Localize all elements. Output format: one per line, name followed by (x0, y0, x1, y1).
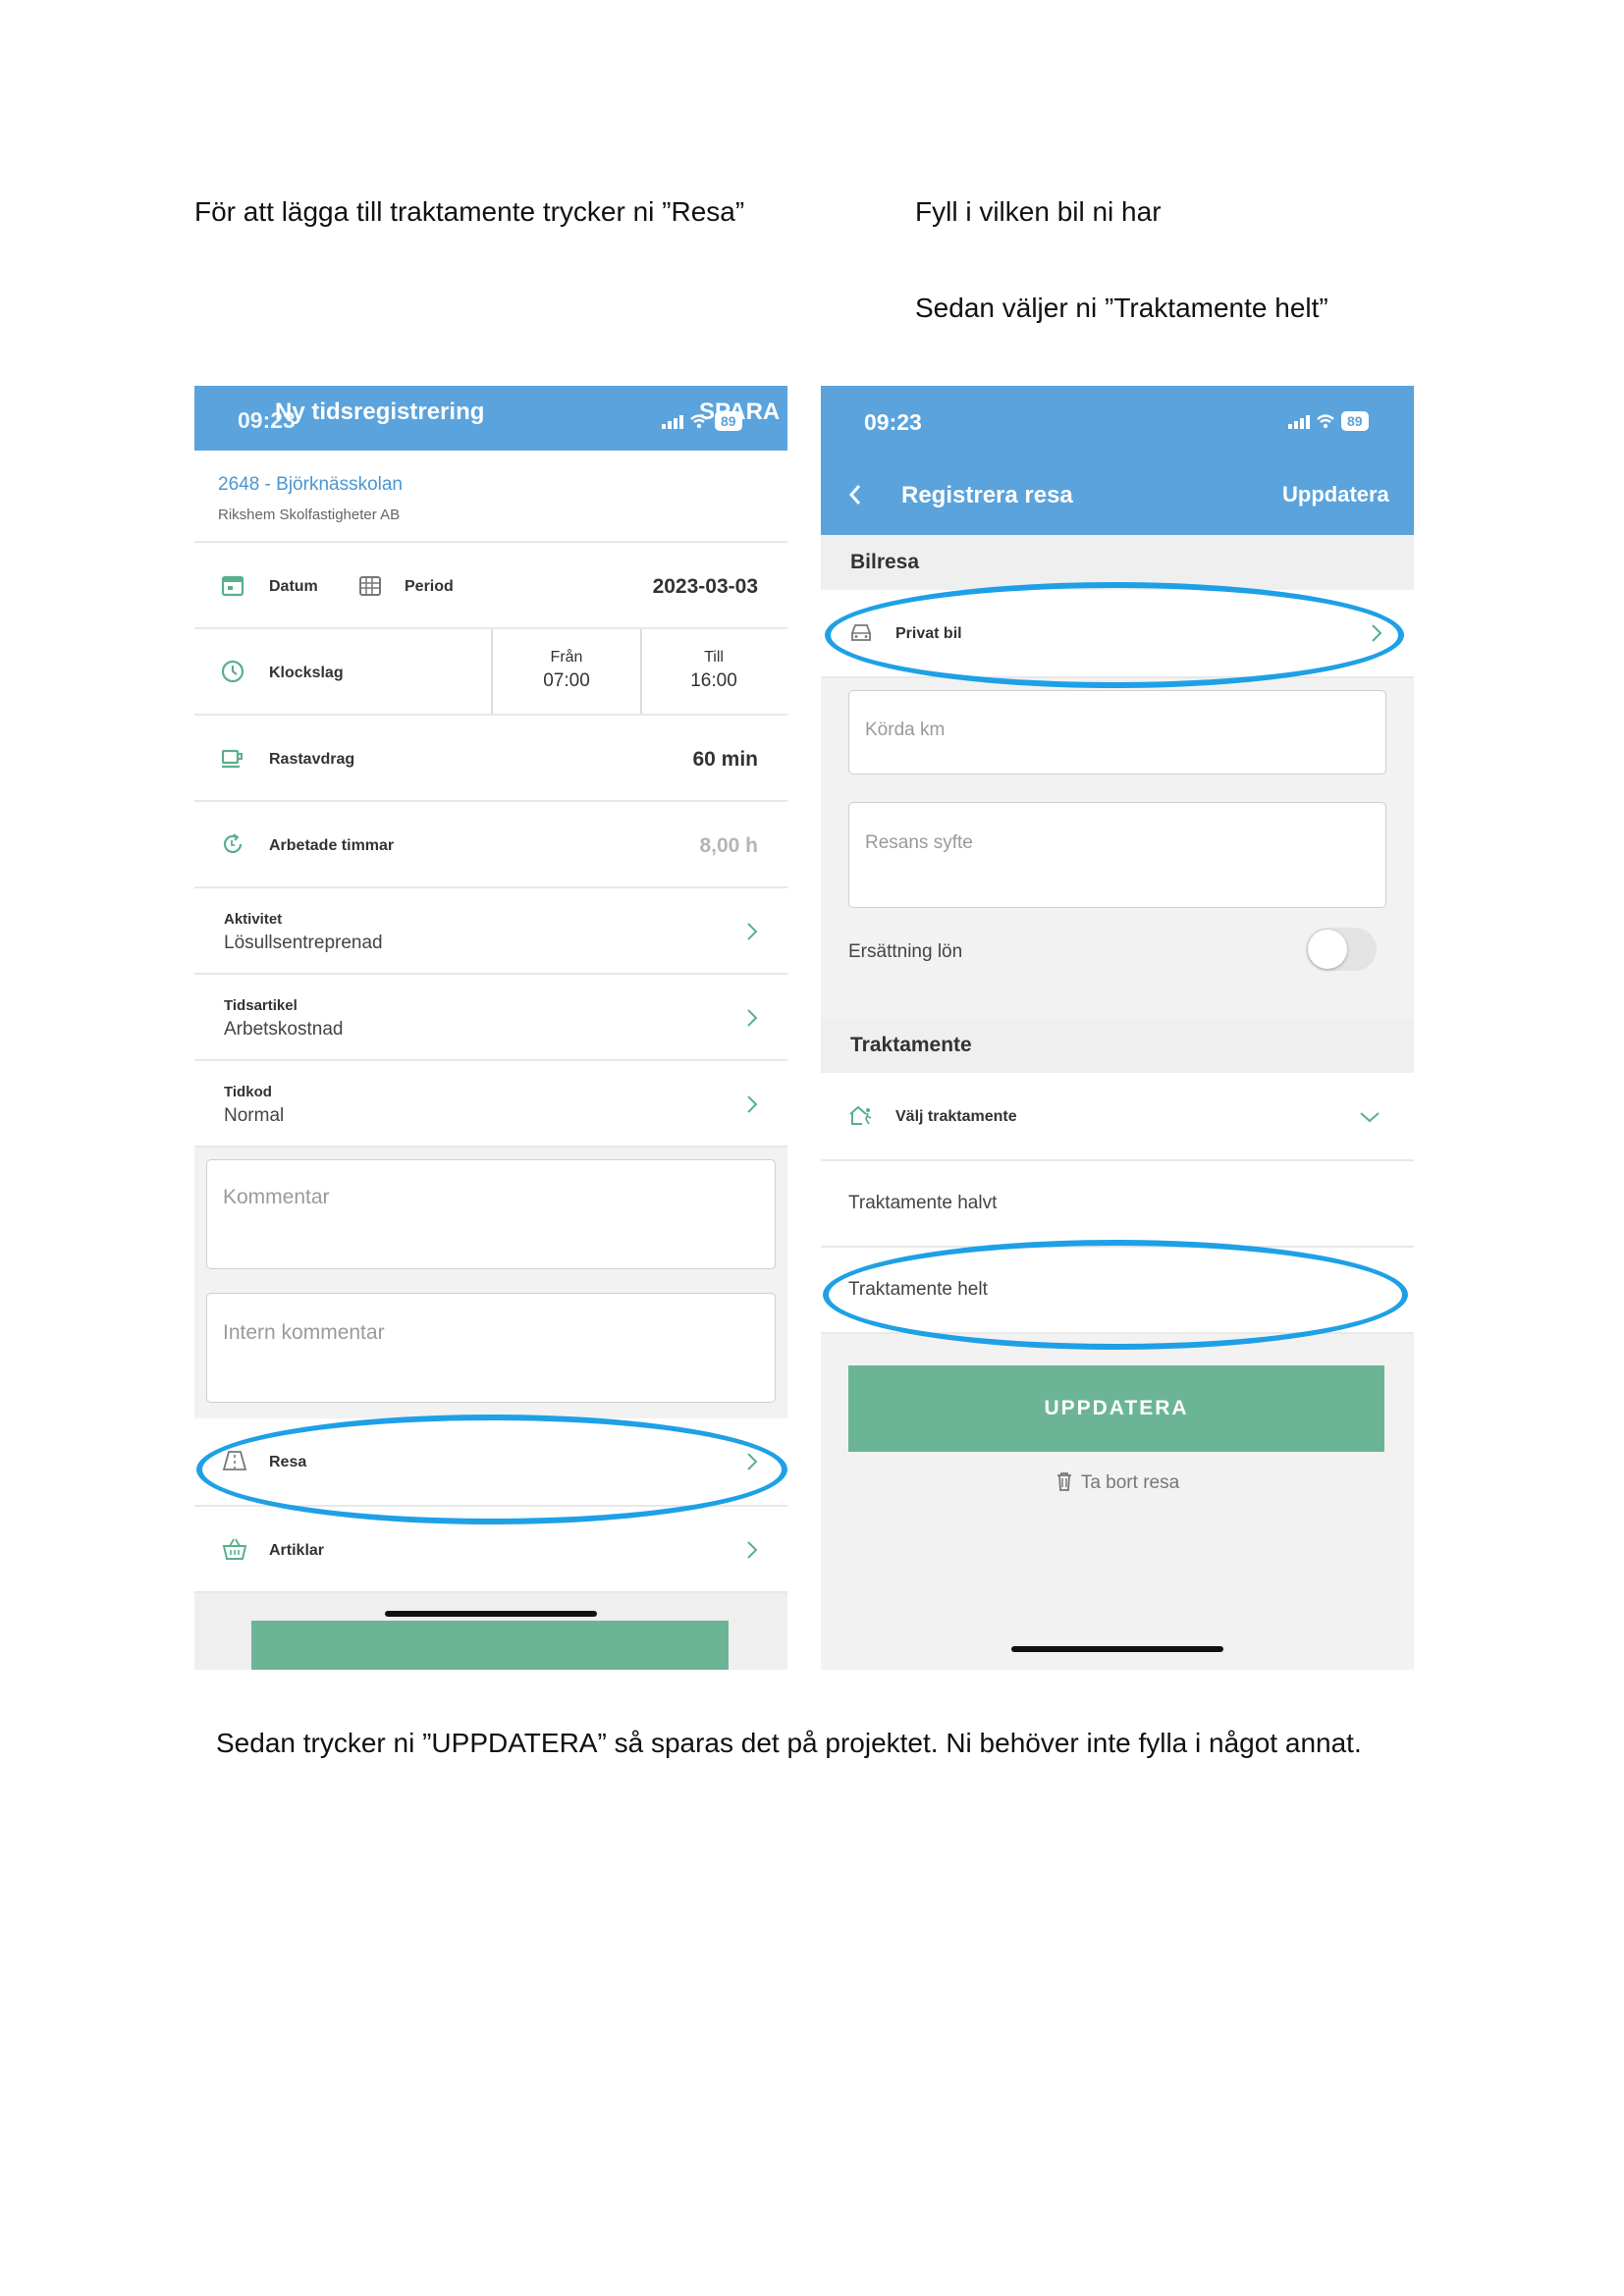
back-arrow-icon[interactable] (848, 484, 862, 506)
arbetade-label: Arbetade timmar (269, 837, 395, 854)
chevron-down-icon (1360, 1112, 1380, 1123)
status-icons: 89 (662, 411, 742, 431)
project-link[interactable]: 2648 - Björknässkolan (218, 474, 403, 496)
rast-label: Rastavdrag (269, 751, 355, 768)
trash-icon (1056, 1472, 1071, 1491)
select-allowance-row[interactable]: Välj traktamente (821, 1073, 1414, 1161)
time-code-row[interactable]: Tidkod Normal (194, 1061, 787, 1148)
trip-purpose-placeholder: Resans syfte (865, 832, 973, 853)
wifi-icon (690, 414, 708, 429)
arbetade-value: 8,00 h (699, 834, 758, 857)
customer-name: Rikshem Skolfastigheter AB (218, 507, 401, 523)
caption-left: För att lägga till traktamente trycker n… (194, 196, 745, 227)
save-and-close-button[interactable] (251, 1621, 729, 1670)
comment-placeholder: Kommentar (223, 1186, 330, 1208)
toggle-knob (1308, 930, 1347, 969)
signal-icon (1288, 413, 1310, 429)
bottom-area (194, 1593, 787, 1670)
allowance-half-row[interactable]: Traktamente halvt (821, 1161, 1414, 1248)
period-calendar-icon (359, 576, 381, 596)
coffee-cup-icon (221, 749, 243, 769)
driven-km-input[interactable]: Körda km (848, 690, 1386, 774)
compensation-label: Ersättning lön (848, 941, 963, 962)
house-traveler-icon (849, 1105, 872, 1125)
chevron-right-icon (747, 1009, 758, 1027)
from-time-cell[interactable]: Från 07:00 (491, 629, 642, 714)
project-row[interactable]: 2648 - Björknässkolan Rikshem Skolfastig… (194, 451, 787, 543)
bilresa-title: Bilresa (850, 551, 920, 573)
tidsartikel-value: Arbetskostnad (224, 1019, 344, 1040)
battery-icon: 89 (1341, 411, 1369, 431)
highlight-oval-resa (196, 1415, 787, 1524)
from-value: 07:00 (543, 670, 590, 691)
compensation-toggle[interactable] (1306, 928, 1377, 971)
home-indicator (385, 1611, 597, 1617)
status-icons: 89 (1288, 411, 1369, 431)
traktamente-title: Traktamente (850, 1034, 972, 1056)
tidsartikel-label: Tidsartikel (224, 997, 298, 1014)
basket-icon (222, 1538, 247, 1560)
tidkod-value: Normal (224, 1105, 285, 1126)
comment-input[interactable]: Kommentar (206, 1159, 776, 1269)
internal-comment-input[interactable]: Intern kommentar (206, 1293, 776, 1403)
phone-screenshot-time-registration: 09:23 Ny tidsregistrering SPARA 89 2648 … (194, 386, 787, 1670)
signal-icon (662, 413, 683, 429)
highlight-oval-traktamente-helt (823, 1240, 1408, 1350)
from-label: Från (550, 649, 583, 666)
to-time-cell[interactable]: Till 16:00 (640, 629, 787, 714)
allowance-half-label: Traktamente halvt (848, 1193, 998, 1213)
battery-icon: 89 (715, 411, 742, 431)
caption-right-1: Fyll i vilken bil ni har (915, 196, 1162, 227)
caption-bottom: Sedan trycker ni ”UPPDATERA” så sparas d… (216, 1728, 1362, 1758)
trip-purpose-input[interactable]: Resans syfte (848, 802, 1386, 908)
select-allowance-label: Välj traktamente (895, 1108, 1017, 1125)
page-title: Registrera resa (901, 482, 1073, 508)
delete-trip-button[interactable]: Ta bort resa (821, 1471, 1414, 1494)
calendar-icon (221, 575, 244, 597)
home-indicator (1011, 1646, 1223, 1652)
date-value[interactable]: 2023-03-03 (653, 575, 758, 599)
time-article-row[interactable]: Tidsartikel Arbetskostnad (194, 975, 787, 1061)
internal-comment-placeholder: Intern kommentar (223, 1321, 385, 1344)
traktamente-section: Traktamente (821, 1018, 1414, 1073)
clock-icon (221, 660, 244, 683)
rast-value[interactable]: 60 min (692, 748, 758, 772)
header-bar: 09:23 89 Registrera resa Uppdatera (821, 386, 1414, 535)
time-row: Klockslag Från 07:00 Till 16:00 (194, 629, 787, 716)
activity-row[interactable]: Aktivitet Lösullsentreprenad (194, 888, 787, 975)
to-label: Till (704, 649, 724, 666)
caption-right-2: Sedan väljer ni ”Traktamente helt” (915, 293, 1328, 323)
refresh-clock-icon (223, 833, 243, 853)
comments-section: Kommentar Intern kommentar (194, 1148, 787, 1418)
klockslag-label: Klockslag (269, 665, 344, 681)
chevron-right-icon (747, 1541, 758, 1559)
delete-trip-label: Ta bort resa (1080, 1472, 1180, 1493)
worked-hours-row: Arbetade timmar 8,00 h (194, 802, 787, 888)
page-title: Ny tidsregistrering (275, 399, 485, 425)
wifi-icon (1317, 414, 1334, 429)
aktivitet-label: Aktivitet (224, 911, 283, 928)
update-header-button[interactable]: Uppdatera (1282, 482, 1389, 507)
date-row[interactable]: Datum Period 2023-03-03 (194, 543, 787, 629)
driven-km-placeholder: Körda km (865, 720, 946, 740)
aktivitet-value: Lösullsentreprenad (224, 933, 383, 953)
phone-screenshot-register-trip: 09:23 89 Registrera resa Uppdatera Bilre… (821, 386, 1414, 1670)
to-value: 16:00 (690, 670, 737, 691)
highlight-oval-privat-bil (825, 582, 1404, 688)
datum-label: Datum (269, 578, 318, 595)
artiklar-label: Artiklar (269, 1542, 325, 1559)
header-bar: 09:23 Ny tidsregistrering SPARA 89 (194, 386, 787, 451)
break-row[interactable]: Rastavdrag 60 min (194, 716, 787, 802)
chevron-right-icon (747, 1095, 758, 1113)
update-button[interactable]: UPPDATERA (848, 1365, 1384, 1452)
trip-form: Körda km Resans syfte Ersättning lön (821, 678, 1414, 1030)
period-label[interactable]: Period (405, 578, 454, 596)
tidkod-label: Tidkod (224, 1084, 272, 1100)
chevron-right-icon (747, 923, 758, 940)
status-time: 09:23 (864, 409, 922, 435)
